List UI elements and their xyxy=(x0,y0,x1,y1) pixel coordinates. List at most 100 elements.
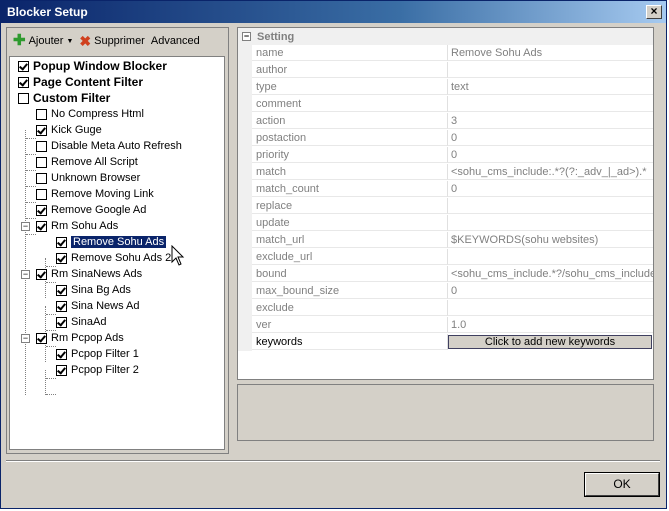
checkbox[interactable] xyxy=(56,300,67,312)
tree-item-page-content-filter[interactable]: Page Content Filter xyxy=(18,74,143,90)
tree-item-kick-guge[interactable]: Kick Guge xyxy=(36,122,102,138)
checkbox[interactable] xyxy=(36,108,47,120)
tree-item-remove-sohu-ads[interactable]: Remove Sohu Ads xyxy=(56,234,168,250)
close-button[interactable]: × xyxy=(646,5,662,19)
property-value[interactable]: 0 xyxy=(448,283,653,299)
checkbox[interactable] xyxy=(36,172,47,184)
property-value[interactable]: 1.0 xyxy=(448,317,653,333)
property-value[interactable] xyxy=(448,249,653,265)
property-value[interactable]: 3 xyxy=(448,113,653,129)
property-value[interactable]: 0 xyxy=(448,147,653,163)
row-gutter xyxy=(238,300,252,317)
checkbox[interactable] xyxy=(36,140,47,152)
property-value[interactable] xyxy=(448,300,653,316)
property-grid: − Setting name Remove Sohu Ads author type t… xyxy=(237,27,654,380)
property-value[interactable] xyxy=(448,62,653,78)
tree-item-sina-news-ad[interactable]: Sina News Ad xyxy=(56,298,139,314)
tree-item-pcpop-filter-2[interactable]: Pcpop Filter 2 xyxy=(56,362,139,378)
checkbox[interactable] xyxy=(56,236,67,248)
tree-item-remove-moving-link[interactable]: Remove Moving Link xyxy=(36,186,154,202)
delete-button-label: Supprimer xyxy=(94,35,145,47)
property-row-postaction[interactable]: postaction 0 xyxy=(238,130,653,147)
property-value[interactable]: <sohu_cms_include:.*?(?:_adv_|_ad>).* xyxy=(448,164,653,180)
checkbox[interactable] xyxy=(56,252,67,264)
checkbox[interactable] xyxy=(18,76,29,88)
tree-item-rm-sohu-ads[interactable]: Rm Sohu Ads xyxy=(36,218,118,234)
row-gutter xyxy=(238,164,252,181)
delete-icon: ✖ xyxy=(79,33,92,49)
row-gutter xyxy=(238,45,252,62)
property-row-author[interactable]: author xyxy=(238,62,653,79)
property-row-bound[interactable]: bound <sohu_cms_include.*?/sohu_cms_inclu… xyxy=(238,266,653,283)
checkbox[interactable] xyxy=(18,60,29,72)
tree-item-no-compress-html[interactable]: No Compress Html xyxy=(36,106,144,122)
checkbox[interactable] xyxy=(36,268,47,280)
tree-item-remove-all-script[interactable]: Remove All Script xyxy=(36,154,138,170)
property-row-replace[interactable]: replace xyxy=(238,198,653,215)
property-value[interactable]: Remove Sohu Ads xyxy=(448,45,653,61)
category-header[interactable]: − Setting xyxy=(238,28,653,45)
row-gutter xyxy=(238,198,252,215)
checkbox[interactable] xyxy=(36,204,47,216)
collapse-icon[interactable]: − xyxy=(21,270,30,279)
row-gutter xyxy=(238,147,252,164)
property-row-comment[interactable]: comment xyxy=(238,96,653,113)
property-row-match[interactable]: match <sohu_cms_include:.*?(?:_adv_|_ad>)… xyxy=(238,164,653,181)
property-row-ver[interactable]: ver 1.0 xyxy=(238,317,653,334)
blocker-setup-window: Blocker Setup × ✚ Ajouter ▼ ✖ Supprimer … xyxy=(0,0,667,509)
collapse-icon[interactable]: − xyxy=(21,222,30,231)
property-row-action[interactable]: action 3 xyxy=(238,113,653,130)
tree-item-sinaad[interactable]: SinaAd xyxy=(56,314,106,330)
delete-button[interactable]: ✖ Supprimer xyxy=(79,33,145,49)
tree-item-custom-filter[interactable]: Custom Filter xyxy=(18,90,110,106)
property-row-match-url[interactable]: match_url $KEYWORDS(sohu websites) xyxy=(238,232,653,249)
property-row-update[interactable]: update xyxy=(238,215,653,232)
property-value[interactable]: <sohu_cms_include.*?/sohu_cms_include> xyxy=(448,266,653,282)
tree-item-pcpop-filter-1[interactable]: Pcpop Filter 1 xyxy=(56,346,139,362)
description-panel xyxy=(237,384,654,441)
checkbox[interactable] xyxy=(36,124,47,136)
collapse-icon[interactable]: − xyxy=(242,32,251,41)
tree-item-disable-meta-auto-refresh[interactable]: Disable Meta Auto Refresh xyxy=(36,138,182,154)
property-row-match-count[interactable]: match_count 0 xyxy=(238,181,653,198)
checkbox[interactable] xyxy=(18,92,29,104)
checkbox[interactable] xyxy=(36,156,47,168)
property-value[interactable]: text xyxy=(448,79,653,95)
checkbox[interactable] xyxy=(56,284,67,296)
tree-item-remove-google-ad[interactable]: Remove Google Ad xyxy=(36,202,146,218)
property-value[interactable] xyxy=(448,198,653,214)
tree-item-unknown-browser[interactable]: Unknown Browser xyxy=(36,170,140,186)
checkbox[interactable] xyxy=(36,332,47,344)
property-value[interactable]: 0 xyxy=(448,181,653,197)
property-value[interactable] xyxy=(448,215,653,231)
property-row-type[interactable]: type text xyxy=(238,79,653,96)
row-gutter xyxy=(238,113,252,130)
checkbox[interactable] xyxy=(56,364,67,376)
add-keywords-button[interactable]: Click to add new keywords xyxy=(448,335,652,349)
checkbox[interactable] xyxy=(36,220,47,232)
property-row-exclude[interactable]: exclude xyxy=(238,300,653,317)
row-gutter xyxy=(238,249,252,266)
checkbox[interactable] xyxy=(36,188,47,200)
property-row-max-bound-size[interactable]: max_bound_size 0 xyxy=(238,283,653,300)
property-value[interactable]: 0 xyxy=(448,130,653,146)
tree-item-rm-sinanews-ads[interactable]: Rm SinaNews Ads xyxy=(36,266,142,282)
add-button[interactable]: ✚ Ajouter ▼ xyxy=(13,33,73,48)
property-row-exclude-url[interactable]: exclude_url xyxy=(238,249,653,266)
ok-button[interactable]: OK xyxy=(585,473,659,496)
advanced-button[interactable]: Advanced xyxy=(151,35,200,47)
tree-item-popup-window-blocker[interactable]: Popup Window Blocker xyxy=(18,58,167,74)
row-gutter xyxy=(238,79,252,96)
tree-item-rm-pcpop-ads[interactable]: Rm Pcpop Ads xyxy=(36,330,124,346)
property-row-name[interactable]: name Remove Sohu Ads xyxy=(238,45,653,62)
property-name: match_url xyxy=(252,232,448,248)
property-row-priority[interactable]: priority 0 xyxy=(238,147,653,164)
collapse-icon[interactable]: − xyxy=(21,334,30,343)
checkbox[interactable] xyxy=(56,316,67,328)
row-gutter xyxy=(238,130,252,147)
property-value[interactable]: $KEYWORDS(sohu websites) xyxy=(448,232,653,248)
tree-item-remove-sohu-ads-2[interactable]: Remove Sohu Ads 2 xyxy=(56,250,171,266)
checkbox[interactable] xyxy=(56,348,67,360)
tree-item-sina-bg-ads[interactable]: Sina Bg Ads xyxy=(56,282,131,298)
property-value[interactable] xyxy=(448,96,653,112)
